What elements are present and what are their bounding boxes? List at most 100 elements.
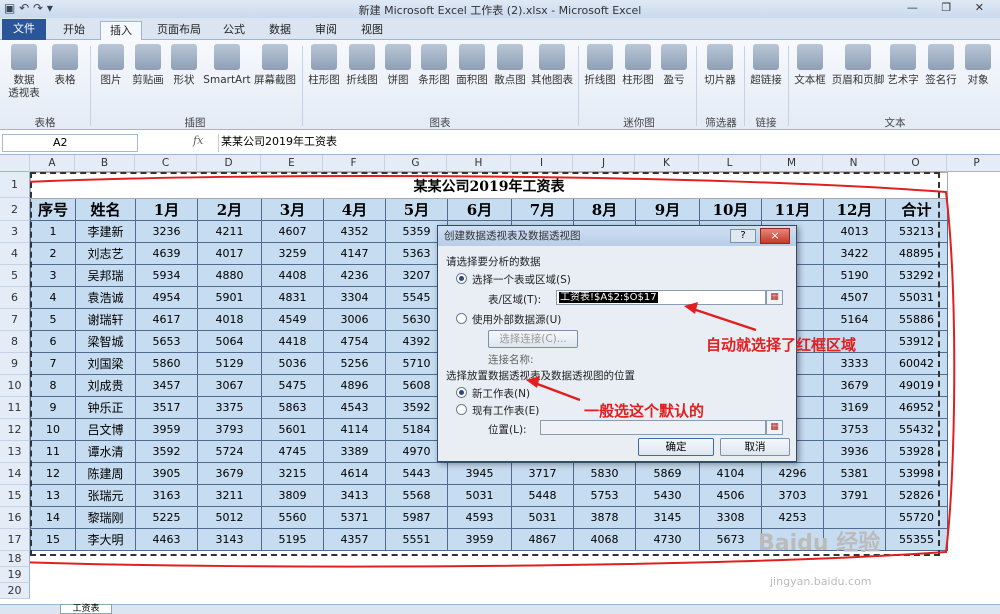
data-cell[interactable]: 3793	[197, 418, 262, 441]
sheet-title[interactable]: 某某公司2019年工资表	[30, 172, 948, 199]
sparkline-line-button[interactable]: 折线图	[582, 44, 618, 87]
data-cell[interactable]: 53912	[885, 330, 948, 353]
row-header-19[interactable]: 19	[0, 567, 30, 583]
data-cell[interactable]: 4549	[261, 308, 324, 331]
data-cell[interactable]: 5860	[135, 352, 198, 375]
data-cell[interactable]: 5987	[385, 506, 448, 529]
data-cell[interactable]: 5031	[511, 506, 574, 529]
column-header-b[interactable]: B	[75, 155, 135, 172]
data-cell[interactable]: 3679	[823, 374, 886, 397]
data-cell[interactable]: 48895	[885, 242, 948, 265]
data-cell[interactable]: 5036	[261, 352, 324, 375]
data-cell[interactable]: 5863	[261, 396, 324, 419]
data-cell[interactable]: 4408	[261, 264, 324, 287]
data-cell[interactable]: 4357	[323, 528, 386, 551]
data-cell[interactable]: 4730	[635, 528, 700, 551]
column-header-p[interactable]: P	[947, 155, 1000, 172]
column-header-j[interactable]: J	[573, 155, 635, 172]
data-cell[interactable]: 4018	[197, 308, 262, 331]
data-cell[interactable]: 4754	[323, 330, 386, 353]
data-cell[interactable]: 3304	[323, 286, 386, 309]
data-cell[interactable]: 5225	[135, 506, 198, 529]
column-header-k[interactable]: K	[635, 155, 699, 172]
data-cell[interactable]: 3936	[823, 440, 886, 463]
row-header-8[interactable]: 8	[0, 331, 30, 353]
data-cell[interactable]: 谢瑞轩	[75, 308, 136, 331]
data-cell[interactable]: 5195	[261, 528, 324, 551]
data-cell[interactable]: 55886	[885, 308, 948, 331]
row-header-5[interactable]: 5	[0, 265, 30, 287]
data-cell[interactable]: 4543	[323, 396, 386, 419]
bar-chart-button[interactable]: 条形图	[416, 44, 452, 87]
data-cell[interactable]: 4017	[197, 242, 262, 265]
tab-data[interactable]: 数据	[260, 21, 300, 40]
column-header-f[interactable]: F	[323, 155, 385, 172]
data-cell[interactable]: 10	[30, 418, 76, 441]
radio-new-worksheet[interactable]	[456, 387, 467, 398]
data-cell[interactable]: 15	[30, 528, 76, 551]
tab-file[interactable]: 文件	[2, 19, 46, 40]
data-cell[interactable]: 5031	[447, 484, 512, 507]
select-all-corner[interactable]	[0, 155, 30, 172]
data-cell[interactable]: 4639	[135, 242, 198, 265]
data-cell[interactable]: 5443	[385, 462, 448, 485]
header-cell[interactable]: 12月	[823, 198, 886, 221]
data-cell[interactable]: 4867	[511, 528, 574, 551]
data-cell[interactable]: 4880	[197, 264, 262, 287]
header-cell[interactable]: 3月	[261, 198, 324, 221]
data-cell[interactable]: 5381	[823, 462, 886, 485]
header-cell[interactable]: 6月	[447, 198, 512, 221]
data-cell[interactable]: 3878	[573, 506, 636, 529]
header-cell[interactable]: 9月	[635, 198, 700, 221]
data-cell[interactable]: 5601	[261, 418, 324, 441]
header-cell[interactable]: 5月	[385, 198, 448, 221]
data-cell[interactable]: 3592	[135, 440, 198, 463]
data-cell[interactable]: 5830	[573, 462, 636, 485]
data-cell[interactable]: 梁智城	[75, 330, 136, 353]
column-header-o[interactable]: O	[885, 155, 947, 172]
data-cell[interactable]: 5560	[261, 506, 324, 529]
data-cell[interactable]: 4607	[261, 220, 324, 243]
data-cell[interactable]: 4211	[197, 220, 262, 243]
choose-connection-button[interactable]: 选择连接(C)...	[488, 330, 578, 348]
data-cell[interactable]: 7	[30, 352, 76, 375]
data-cell[interactable]: 3753	[823, 418, 886, 441]
data-cell[interactable]: 13	[30, 484, 76, 507]
range-picker-icon[interactable]: ▦	[766, 290, 783, 305]
data-cell[interactable]: 4463	[135, 528, 198, 551]
data-cell[interactable]: 5753	[573, 484, 636, 507]
row-header-20[interactable]: 20	[0, 583, 30, 599]
data-cell[interactable]: 4831	[261, 286, 324, 309]
data-cell[interactable]: 5869	[635, 462, 700, 485]
row-header-18[interactable]: 18	[0, 551, 30, 567]
column-header-h[interactable]: H	[447, 155, 511, 172]
window-controls[interactable]: — ❐ ✕	[907, 1, 994, 14]
column-header-g[interactable]: G	[385, 155, 447, 172]
data-cell[interactable]: 3333	[823, 352, 886, 375]
data-cell[interactable]: 3067	[197, 374, 262, 397]
data-cell[interactable]: 3959	[447, 528, 512, 551]
column-header-e[interactable]: E	[261, 155, 323, 172]
smartart-button[interactable]: SmartArt	[202, 44, 252, 87]
sparkline-column-button[interactable]: 柱形图	[620, 44, 656, 87]
header-cell[interactable]: 2月	[197, 198, 262, 221]
tab-insert[interactable]: 插入	[100, 21, 142, 40]
data-cell[interactable]: 3703	[761, 484, 824, 507]
column-header-i[interactable]: I	[511, 155, 573, 172]
data-cell[interactable]: 5673	[699, 528, 762, 551]
data-cell[interactable]: 5551	[385, 528, 448, 551]
data-cell[interactable]: 3143	[197, 528, 262, 551]
header-footer-button[interactable]: 页眉和页脚	[830, 44, 886, 87]
column-chart-button[interactable]: 柱形图	[306, 44, 342, 87]
picture-button[interactable]: 图片	[94, 44, 128, 87]
data-cell[interactable]: 吴邦瑞	[75, 264, 136, 287]
close-button[interactable]: ×	[760, 228, 790, 244]
tab-review[interactable]: 审阅	[306, 21, 346, 40]
column-header-n[interactable]: N	[823, 155, 885, 172]
data-cell[interactable]: 5190	[823, 264, 886, 287]
header-cell[interactable]: 合计	[885, 198, 948, 221]
tab-view[interactable]: 视图	[352, 21, 392, 40]
shapes-button[interactable]: 形状	[168, 44, 200, 87]
data-cell[interactable]: 5475	[261, 374, 324, 397]
hyperlink-button[interactable]: 超链接	[748, 44, 784, 87]
